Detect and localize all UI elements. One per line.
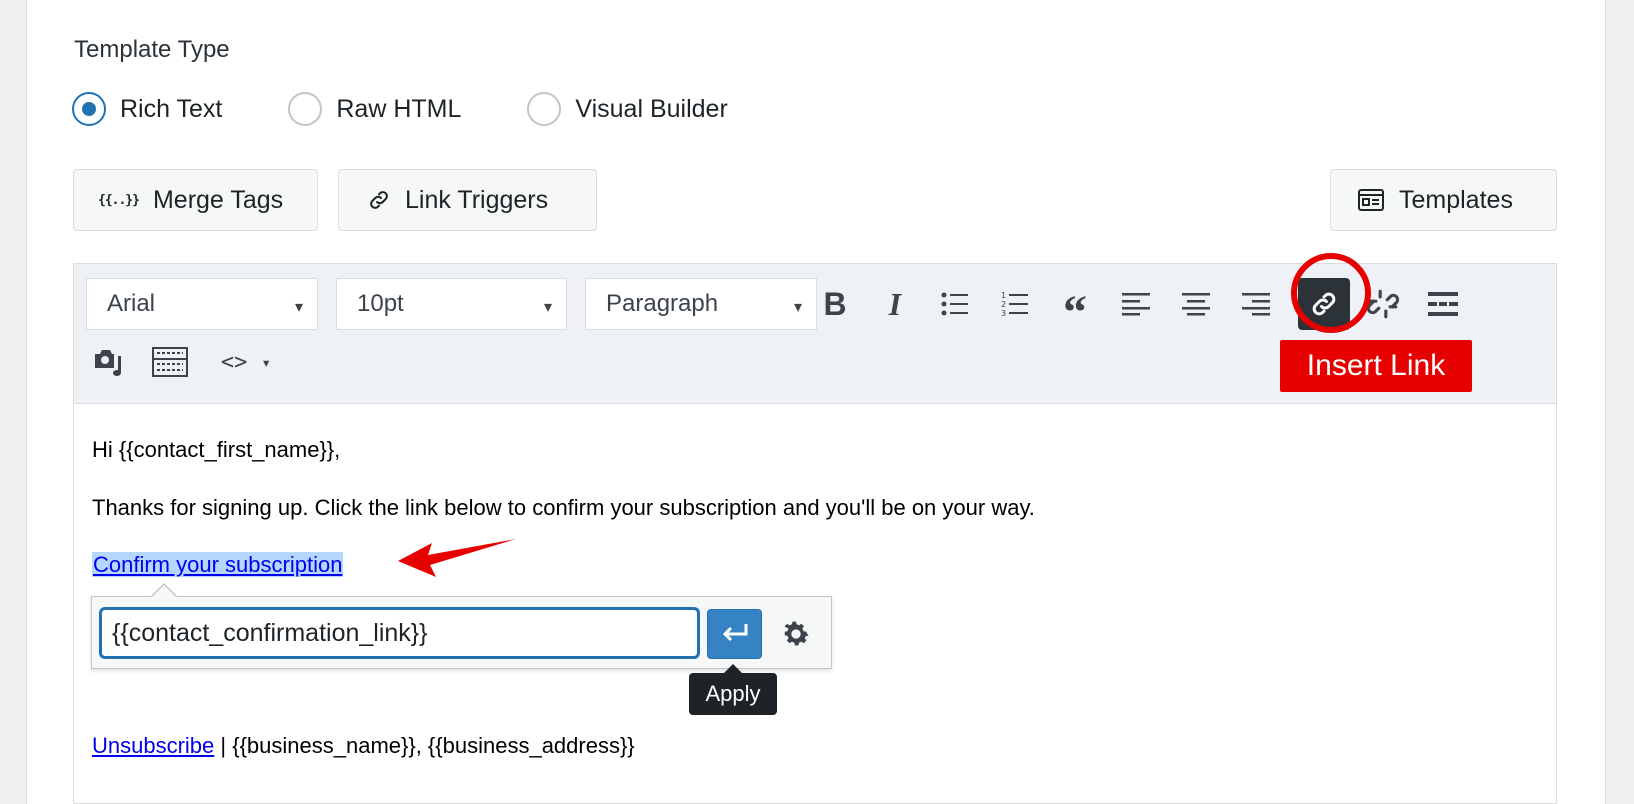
apply-button[interactable] [707,609,762,659]
radio-button-checked[interactable] [72,92,106,126]
font-family-select[interactable]: Arial ▾ [86,278,318,330]
link-url-input[interactable] [99,607,700,659]
confirm-line: Confirm your subscription [92,552,344,578]
code-icon[interactable]: <> ▾ [206,338,286,386]
link-triggers-button[interactable]: Link Triggers [338,169,597,231]
horizontal-rule-icon[interactable] [1419,280,1467,328]
template-type-radio-group: Rich Text Raw HTML Visual Builder [72,92,794,126]
svg-text:2: 2 [1001,300,1006,309]
bold-icon[interactable]: B [811,280,859,328]
insert-link-annotation: Insert Link [1280,340,1472,392]
templates-button[interactable]: Templates [1330,169,1557,231]
link-popup [91,583,832,669]
font-size-select[interactable]: 10pt ▾ [336,278,567,330]
radio-button[interactable] [527,92,562,126]
font-size-value: 10pt [357,290,404,317]
radio-label-visual-builder: Visual Builder [575,94,728,123]
merge-tags-icon: {{..}} [98,192,140,208]
merge-tags-button[interactable]: {{..}} Merge Tags [73,169,318,231]
italic-icon[interactable]: I [871,280,919,328]
align-left-icon[interactable] [1112,280,1160,328]
gear-icon [784,621,809,646]
svg-text:1: 1 [1001,291,1006,300]
templates-icon [1357,188,1385,212]
unlink-icon[interactable] [1359,280,1407,328]
merge-tags-label: Merge Tags [152,185,284,214]
align-right-icon[interactable] [1232,280,1280,328]
greeting-text: Hi {{contact_first_name}}, [92,437,341,462]
template-type-label: Template Type [74,36,230,63]
templates-label: Templates [1399,185,1513,214]
chevron-down-icon: ▾ [543,299,552,316]
chevron-down-icon: ▾ [294,299,303,316]
chevron-down-icon: ▾ [261,352,272,372]
block-format-select[interactable]: Paragraph ▾ [585,278,817,330]
radio-button[interactable] [288,92,323,126]
radio-raw-html[interactable]: Raw HTML [288,92,461,126]
keyboard-shortcuts-icon[interactable] [146,338,194,386]
media-icon[interactable] [86,338,134,386]
link-options-button[interactable] [772,611,820,657]
body-text: Thanks for signing up. Click the link be… [92,495,1035,520]
blockquote-icon[interactable]: “ [1051,280,1099,337]
svg-text:3: 3 [1001,309,1006,318]
block-format-value: Paragraph [606,290,719,317]
numbered-list-icon[interactable]: 123 [991,280,1039,328]
confirm-subscription-link[interactable]: Confirm your subscription [92,552,344,577]
code-glyph: <> [220,349,248,375]
font-family-value: Arial [107,290,156,317]
footer-line: Unsubscribe | {{business_name}}, {{busin… [92,733,635,759]
radio-visual-builder[interactable]: Visual Builder [527,92,728,126]
arrow-annotation [398,539,516,577]
radio-label-raw-html: Raw HTML [336,94,462,123]
radio-label-rich-text: Rich Text [120,94,223,123]
enter-icon [722,624,747,642]
footer-business-info: | {{business_name}}, {{business_address}… [214,733,635,758]
chevron-down-icon: ▾ [793,299,802,316]
apply-tooltip: Apply [689,664,777,715]
unsubscribe-link[interactable]: Unsubscribe [92,733,214,758]
radio-rich-text[interactable]: Rich Text [72,92,222,126]
link-triggers-label: Link Triggers [405,185,549,214]
link-icon [367,188,391,212]
bullet-list-icon[interactable] [931,280,979,328]
align-center-icon[interactable] [1172,280,1220,328]
insert-link-icon[interactable] [1298,278,1350,330]
